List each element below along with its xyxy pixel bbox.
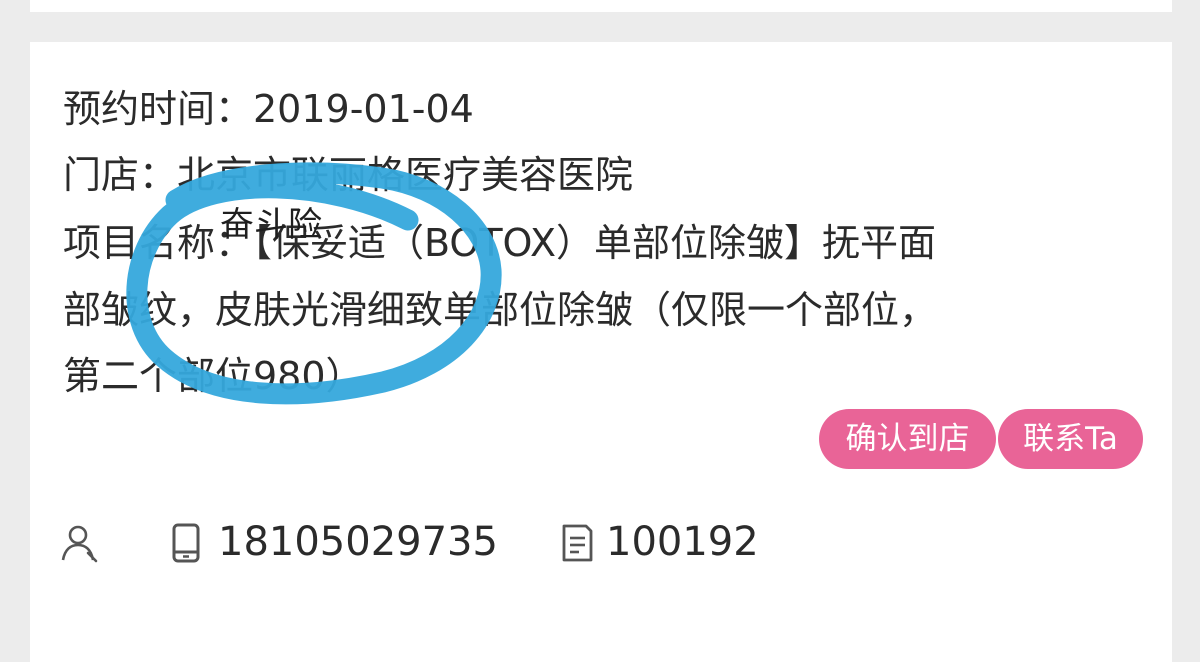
user-icon — [61, 525, 98, 563]
project-name-line-1: 项目名称：【保妥适（BOTOX）单部位除皱】抚平面 — [63, 221, 937, 265]
contact-customer-button[interactable]: 联系Ta — [998, 409, 1143, 469]
project-name-line-3: 第二个部位980） — [63, 354, 364, 398]
store-name: 门店：北京市联丽格医疗美容医院 — [63, 153, 634, 197]
previous-card — [30, 0, 1172, 12]
customer-phone[interactable]: 18105029735 — [218, 518, 498, 566]
phone-icon[interactable] — [166, 522, 208, 564]
document-icon — [562, 524, 593, 562]
appointment-time: 预约时间：2019-01-04 — [63, 87, 474, 131]
project-name-line-2: 部皱纹，皮肤光滑细致单部位除皱（仅限一个部位， — [63, 288, 938, 332]
order-number: 100192 — [606, 519, 759, 565]
confirm-arrival-button[interactable]: 确认到店 — [819, 409, 996, 469]
